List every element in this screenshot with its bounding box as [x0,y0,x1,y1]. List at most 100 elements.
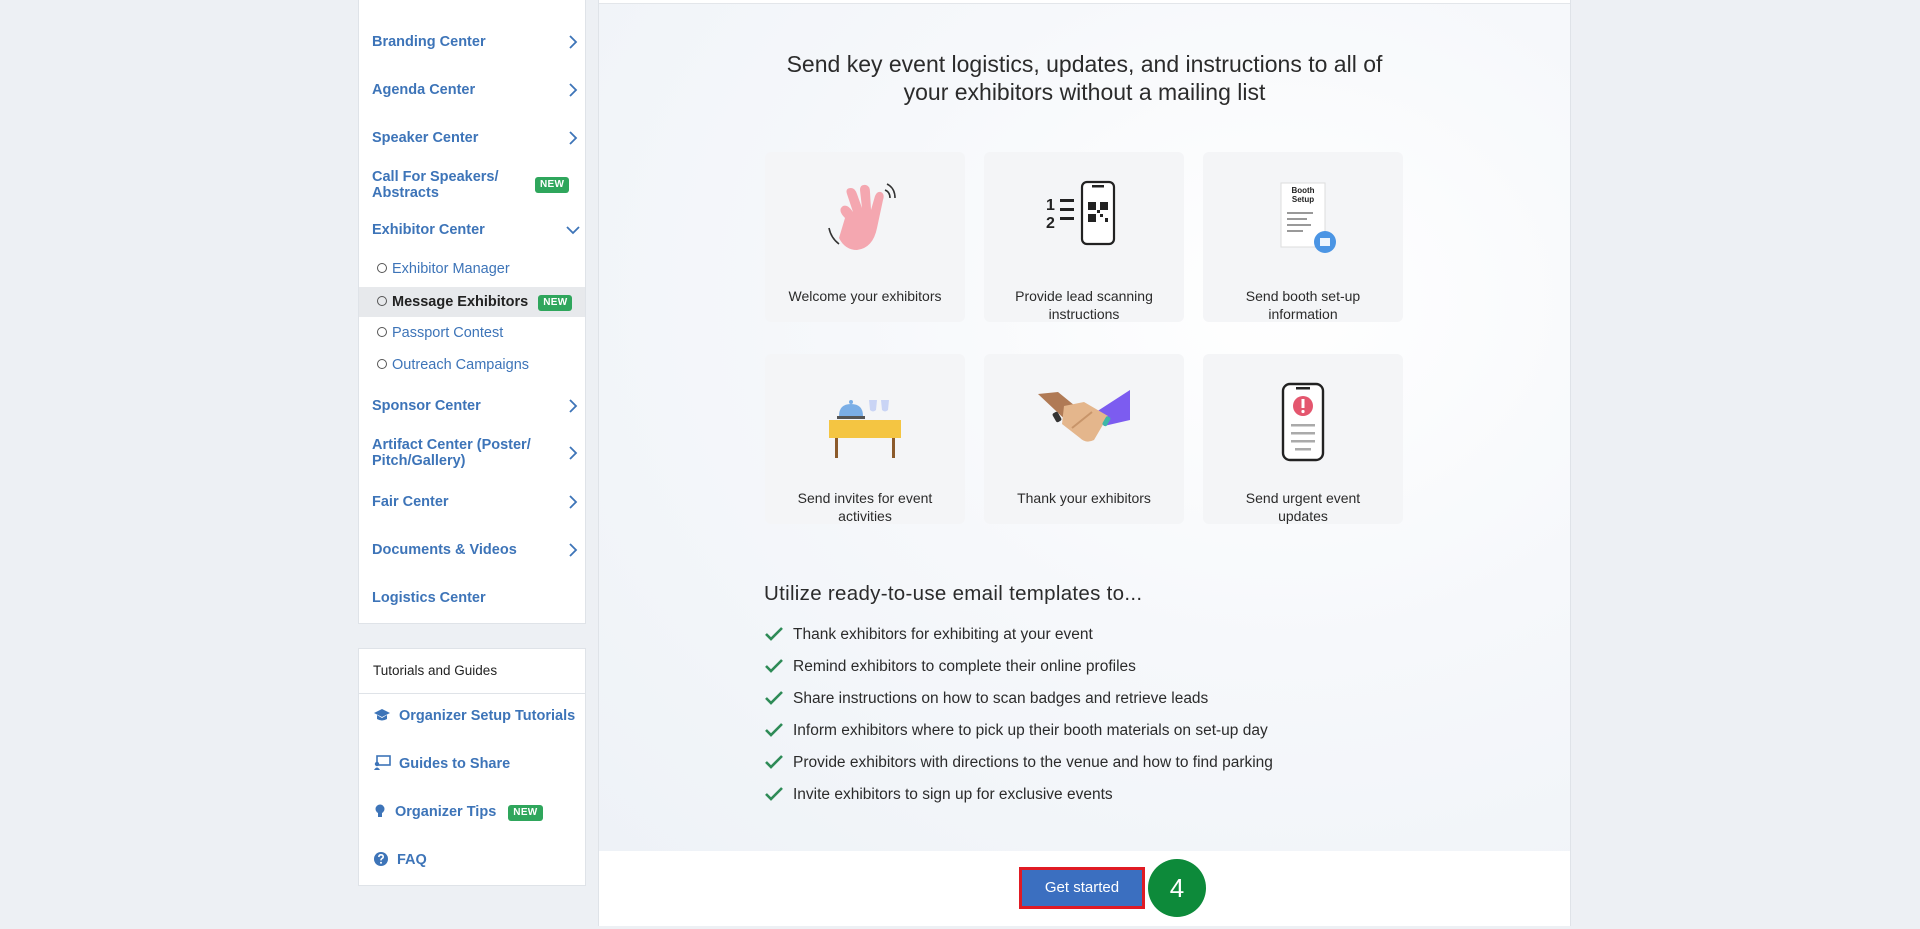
feature-card-welcome: Welcome your exhibitors [765,152,965,322]
chevron-right-icon [569,495,578,509]
chevron-down-icon [566,226,580,235]
sidebar-sub-item-message-exhibitors[interactable]: Message Exhibitors NEW [359,287,585,317]
checkmark-icon [765,755,783,769]
checkmark-icon [765,723,783,737]
sub-item-label: Message Exhibitors [392,294,529,310]
chevron-right-icon [569,543,578,557]
booth-doc-text-1: Booth [1291,186,1314,195]
new-badge: NEW [535,177,570,193]
caption-line-1: Welcome your exhibitors [788,288,942,304]
new-badge: NEW [538,295,573,311]
sub-item-label: Passport Contest [392,325,504,341]
caption-line-2: information [1268,306,1338,322]
tutorial-link-label: Guides to Share [399,756,511,772]
banquet-table-icon [829,400,901,458]
svg-text:2: 2 [1046,215,1055,232]
caption-line-2: instructions [1048,306,1120,322]
chevron-right-icon [569,83,578,97]
tutorial-link-label: FAQ [397,852,427,868]
tutorial-link-faq[interactable]: FAQ [373,850,427,870]
feature-card-thank-you: Thank your exhibitors [984,354,1184,524]
feature-card-urgent-updates: Send urgent event updates [1203,354,1403,524]
sidebar-item-label: Speaker Center [372,130,479,146]
sidebar-item-sponsor-center[interactable]: Sponsor Center [372,398,585,414]
feature-card-caption: Send invites for event activities [775,489,955,525]
sidebar-item-label: Branding Center [372,34,486,50]
feature-card-caption: Send urgent event updates [1213,489,1393,525]
caption-line-2: activities [838,508,892,524]
sidebar-item-artifact-center[interactable]: Artifact Center (Poster/ Pitch/Gallery) [372,437,585,469]
chevron-right-icon [569,446,578,460]
sidebar-item-speaker-center[interactable]: Speaker Center [372,130,585,146]
sidebar-item-logistics-center[interactable]: Logistics Center [372,590,585,606]
handshake-icon [1038,390,1130,442]
sidebar-item-exhibitor-center[interactable]: Exhibitor Center [372,222,585,238]
template-list-text: Share instructions on how to scan badges… [793,690,1209,707]
templates-heading: Utilize ready-to-use email templates to.… [764,582,1143,605]
sidebar-item-fair-center[interactable]: Fair Center [372,494,585,510]
tutorial-link-organizer-setup[interactable]: Organizer Setup Tutorials [373,706,575,726]
checkmark-icon [765,691,783,705]
tutorial-link-organizer-tips[interactable]: Organizer Tips NEW [373,802,543,822]
caption-line-1: Send invites for event [797,490,933,506]
qr-phone-icon: 1 2 [1046,180,1116,246]
tutorial-link-guides-to-share[interactable]: Guides to Share [373,754,510,774]
sidebar-nav: Branding Center Agenda Center Speaker Ce… [358,0,586,624]
sidebar-item-documents-videos[interactable]: Documents & Videos [372,542,585,558]
sub-item-label: Outreach Campaigns [392,357,530,373]
template-list-text: Provide exhibitors with directions to th… [793,754,1273,771]
sub-item-label: Exhibitor Manager [392,261,510,277]
step-marker: 4 [1148,859,1206,917]
presentation-icon [374,755,391,771]
caption-line-2: updates [1278,508,1328,524]
circle-bullet-icon [377,359,387,370]
checkmark-icon [765,659,783,673]
circle-bullet-icon [377,296,387,307]
sidebar-item-label: Fair Center [372,494,449,510]
checkmark-icon [765,787,783,801]
chevron-right-icon [569,35,578,49]
sidebar-item-branding-center[interactable]: Branding Center [372,34,585,50]
template-list-text: Inform exhibitors where to pick up their… [793,722,1268,739]
headline-line-1: Send key event logistics, updates, and i… [786,51,1383,77]
template-list-text: Remind exhibitors to complete their onli… [793,658,1136,675]
tutorial-link-label: Organizer Setup Tutorials [399,708,576,724]
sidebar-item-agenda-center[interactable]: Agenda Center [372,82,585,98]
page-headline: Send key event logistics, updates, and i… [599,50,1570,106]
sidebar-item-label: Agenda Center [372,82,476,98]
feature-card-caption: Send booth set-up information [1213,287,1393,323]
intro-content: Send key event logistics, updates, and i… [599,3,1570,852]
svg-text:1: 1 [1046,197,1055,214]
tutorial-link-label: Organizer Tips [395,804,497,820]
caption-line-1: Send booth set-up [1245,288,1361,304]
sidebar-sub-item-exhibitor-manager[interactable]: Exhibitor Manager [359,254,585,284]
sidebar-item-label: Sponsor Center [372,398,481,414]
new-badge: NEW [508,805,543,821]
main-panel: Send key event logistics, updates, and i… [598,0,1571,926]
circle-bullet-icon [377,263,387,274]
sidebar-item-label: Logistics Center [372,590,486,606]
question-circle-icon [374,852,388,867]
feature-card-lead-scanning: 1 2 Provide lead scanning instructions [984,152,1184,322]
caption-line-1: Provide lead scanning [1015,288,1153,304]
get-started-button[interactable]: Get started [1019,867,1145,909]
sidebar-sub-item-passport-contest[interactable]: Passport Contest [359,318,585,348]
booth-setup-document-icon: Booth Setup [1280,182,1336,253]
chevron-right-icon [569,399,578,413]
sidebar-item-label: Exhibitor Center [372,222,485,238]
tutorials-header: Tutorials and Guides [359,649,585,694]
tutorials-panel: Tutorials and Guides Organizer Setup Tut… [358,648,586,886]
feature-card-invites: Send invites for event activities [765,354,965,524]
graduation-cap-icon [374,709,390,721]
caption-line-1: Thank your exhibitors [1017,490,1151,506]
sidebar-sub-item-outreach-campaigns[interactable]: Outreach Campaigns [359,350,585,380]
sidebar-item-label: Documents & Videos [372,542,517,558]
waving-hand-icon [828,183,896,250]
sidebar-item-call-for-speakers[interactable]: Call For Speakers/ Abstracts NEW [372,169,585,201]
caption-line-1: Send urgent event [1245,490,1361,506]
feature-card-booth-setup: Booth Setup Send booth set-up informatio… [1203,152,1403,322]
chevron-right-icon [569,131,578,145]
template-list-text: Invite exhibitors to sign up for exclusi… [793,786,1113,803]
sidebar-item-label-line2: Pitch/Gallery) [372,453,466,469]
booth-doc-text-2: Setup [1292,195,1314,204]
